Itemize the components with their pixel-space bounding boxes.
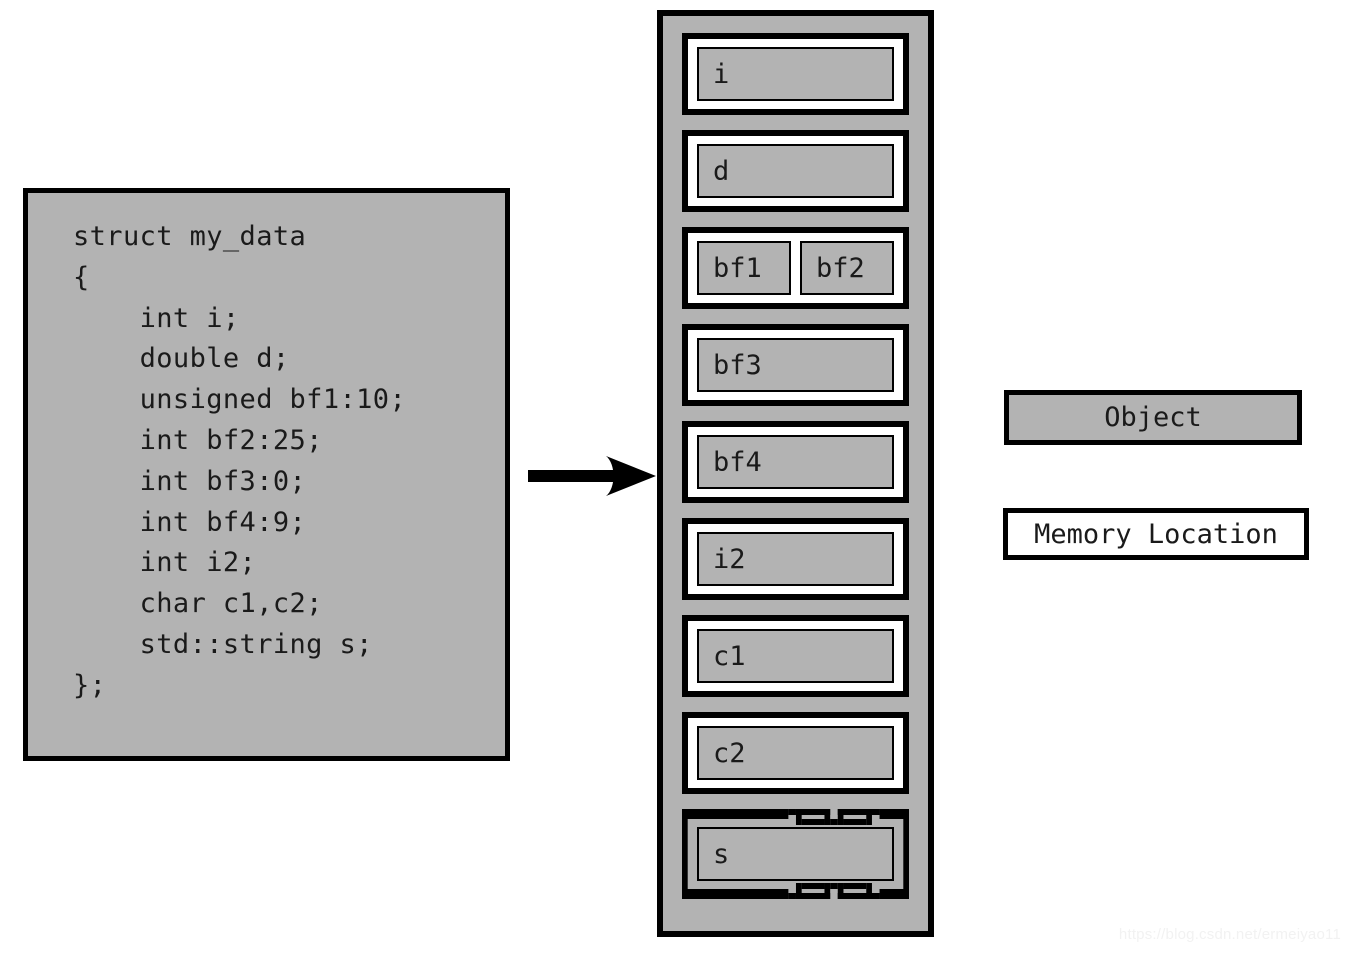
source-watermark: https://blog.csdn.net/ermeiyao11	[1118, 926, 1341, 943]
legend-object-label: Object	[1104, 402, 1202, 433]
memory-location-i2: i2	[682, 518, 909, 600]
sub-object-label: bf2	[816, 252, 865, 284]
arrow-right-icon	[528, 452, 656, 500]
sub-object-s: s	[697, 827, 894, 881]
sub-object-bf2: bf2	[800, 241, 894, 295]
sub-object-bf4: bf4	[697, 435, 894, 489]
sub-object-label: bf4	[713, 446, 762, 478]
sub-object-i: i	[697, 47, 894, 101]
sub-object-c1: c1	[697, 629, 894, 683]
sub-object-bf1: bf1	[697, 241, 791, 295]
memory-location-s-dynamic: s	[682, 809, 909, 899]
struct-source-code: struct my_data { int i; double d; unsign…	[73, 221, 407, 701]
sub-object-label: c1	[713, 640, 746, 672]
sub-object-c2: c2	[697, 726, 894, 780]
memory-location-d: d	[682, 130, 909, 212]
sub-object-label: i2	[713, 543, 746, 575]
sub-object-label: i	[713, 58, 730, 90]
legend-object-swatch: Object	[1004, 390, 1302, 445]
memory-location-bf3: bf3	[682, 324, 909, 406]
memory-location-bf1-bf2: bf1 bf2	[682, 227, 909, 309]
sub-object-label: c2	[713, 737, 746, 769]
memory-location-c1: c1	[682, 615, 909, 697]
sub-object-d: d	[697, 144, 894, 198]
sub-object-label: s	[713, 838, 730, 870]
sub-object-label: bf3	[713, 349, 762, 381]
memory-location-bf4: bf4	[682, 421, 909, 503]
object-memory-layout-column: i d bf1 bf2 bf3 bf4 i2 c1 c2 s	[657, 10, 934, 937]
sub-object-i2: i2	[697, 532, 894, 586]
legend-memory-location-swatch: Memory Location	[1003, 508, 1309, 560]
sub-object-label: bf1	[713, 252, 762, 284]
memory-location-i: i	[682, 33, 909, 115]
memory-location-c2: c2	[682, 712, 909, 794]
sub-object-bf3: bf3	[697, 338, 894, 392]
struct-definition-panel: struct my_data { int i; double d; unsign…	[23, 188, 510, 761]
legend-memory-location-label: Memory Location	[1034, 518, 1278, 550]
sub-object-label: d	[713, 155, 730, 187]
